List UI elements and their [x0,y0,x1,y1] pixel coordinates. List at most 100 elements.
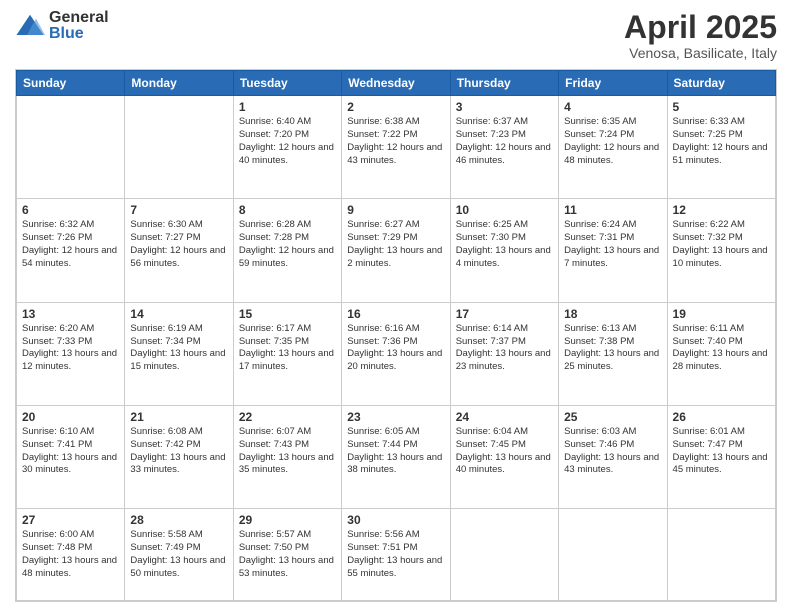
page: General Blue April 2025 Venosa, Basilica… [0,0,792,612]
day-number: 13 [22,307,119,321]
day-number: 15 [239,307,336,321]
table-row [667,509,775,601]
day-number: 24 [456,410,553,424]
table-row: 25 Sunrise: 6:03 AMSunset: 7:46 PMDayligh… [559,405,667,508]
table-row: 6Sunrise: 6:32 AMSunset: 7:26 PMDaylight… [17,199,125,302]
day-number: 20 [22,410,119,424]
day-info: Sunrise: 6:25 AMSunset: 7:30 PMDaylight:… [456,219,553,270]
logo-icon [15,11,45,41]
day-number: 8 [239,203,336,217]
day-number: 11 [564,203,661,217]
table-row: 9 Sunrise: 6:27 AMSunset: 7:29 PMDaylight… [342,199,450,302]
logo: General Blue [15,10,109,42]
day-info: Sunrise: 5:58 AMSunset: 7:49 PMDaylight:… [130,529,227,580]
table-row: 7Sunrise: 6:30 AMSunset: 7:27 PMDaylight… [125,199,233,302]
day-info: Sunrise: 6:13 AMSunset: 7:38 PMDaylight:… [564,323,661,374]
day-number: 28 [130,513,227,527]
table-row: 14 Sunrise: 6:19 AMSunset: 7:34 PMDayligh… [125,302,233,405]
day-number: 30 [347,513,444,527]
table-row: 23 Sunrise: 6:05 AMSunset: 7:44 PMDayligh… [342,405,450,508]
calendar: Sunday Monday Tuesday Wednesday Thursday… [15,69,777,602]
col-saturday: Saturday [667,71,775,96]
day-number: 2 [347,100,444,114]
day-info: Sunrise: 6:37 AMSunset: 7:23 PMDaylight:… [456,116,553,167]
day-info: Sunrise: 5:56 AMSunset: 7:51 PMDaylight:… [347,529,444,580]
col-thursday: Thursday [450,71,558,96]
day-info: Sunrise: 6:33 AMSunset: 7:25 PMDaylight:… [673,116,770,167]
day-number: 4 [564,100,661,114]
day-info: Sunrise: 6:40 AMSunset: 7:20 PMDaylight:… [239,116,336,167]
day-info: Sunrise: 6:08 AMSunset: 7:42 PMDaylight:… [130,426,227,477]
table-row: 10 Sunrise: 6:25 AMSunset: 7:30 PMDayligh… [450,199,558,302]
col-tuesday: Tuesday [233,71,341,96]
day-info: Sunrise: 6:07 AMSunset: 7:43 PMDaylight:… [239,426,336,477]
day-number: 3 [456,100,553,114]
day-info: Sunrise: 6:01 AMSunset: 7:47 PMDaylight:… [673,426,770,477]
table-row: 27 Sunrise: 6:00 AMSunset: 7:48 PMDayligh… [17,509,125,601]
day-number: 22 [239,410,336,424]
day-number: 25 [564,410,661,424]
table-row [450,509,558,601]
table-row: 8 Sunrise: 6:28 AMSunset: 7:28 PMDaylight… [233,199,341,302]
day-number: 21 [130,410,227,424]
day-number: 16 [347,307,444,321]
table-row: 15 Sunrise: 6:17 AMSunset: 7:35 PMDayligh… [233,302,341,405]
col-friday: Friday [559,71,667,96]
day-info: Sunrise: 6:28 AMSunset: 7:28 PMDaylight:… [239,219,336,270]
day-number: 1 [239,100,336,114]
table-row: 4 Sunrise: 6:35 AMSunset: 7:24 PMDaylight… [559,96,667,199]
day-number: 26 [673,410,770,424]
day-info: Sunrise: 6:20 AMSunset: 7:33 PMDaylight:… [22,323,119,374]
logo-text: General Blue [49,10,109,42]
day-info: Sunrise: 6:11 AMSunset: 7:40 PMDaylight:… [673,323,770,374]
logo-blue-text: Blue [49,26,109,42]
table-row: 26 Sunrise: 6:01 AMSunset: 7:47 PMDayligh… [667,405,775,508]
day-info: Sunrise: 6:14 AMSunset: 7:37 PMDaylight:… [456,323,553,374]
day-number: 27 [22,513,119,527]
day-info: Sunrise: 6:24 AMSunset: 7:31 PMDaylight:… [564,219,661,270]
month-title: April 2025 [624,10,777,45]
day-number: 17 [456,307,553,321]
day-info: Sunrise: 6:19 AMSunset: 7:34 PMDaylight:… [130,323,227,374]
day-info: Sunrise: 6:35 AMSunset: 7:24 PMDaylight:… [564,116,661,167]
table-row: 3 Sunrise: 6:37 AMSunset: 7:23 PMDaylight… [450,96,558,199]
col-wednesday: Wednesday [342,71,450,96]
table-row: 22 Sunrise: 6:07 AMSunset: 7:43 PMDayligh… [233,405,341,508]
table-row: 11 Sunrise: 6:24 AMSunset: 7:31 PMDayligh… [559,199,667,302]
day-number: 9 [347,203,444,217]
header: General Blue April 2025 Venosa, Basilica… [15,10,777,61]
col-sunday: Sunday [17,71,125,96]
table-row: 28 Sunrise: 5:58 AMSunset: 7:49 PMDayligh… [125,509,233,601]
day-number: 18 [564,307,661,321]
day-info: Sunrise: 6:38 AMSunset: 7:22 PMDaylight:… [347,116,444,167]
table-row [125,96,233,199]
day-info: Sunrise: 6:27 AMSunset: 7:29 PMDaylight:… [347,219,444,270]
table-row: 21 Sunrise: 6:08 AMSunset: 7:42 PMDayligh… [125,405,233,508]
table-row: 17 Sunrise: 6:14 AMSunset: 7:37 PMDayligh… [450,302,558,405]
day-info: Sunrise: 6:10 AMSunset: 7:41 PMDaylight:… [22,426,119,477]
day-number: 10 [456,203,553,217]
table-row: 16 Sunrise: 6:16 AMSunset: 7:36 PMDayligh… [342,302,450,405]
day-number: 5 [673,100,770,114]
day-info: Sunrise: 6:17 AMSunset: 7:35 PMDaylight:… [239,323,336,374]
table-row: 30 Sunrise: 5:56 AMSunset: 7:51 PMDayligh… [342,509,450,601]
day-info: Sunrise: 6:16 AMSunset: 7:36 PMDaylight:… [347,323,444,374]
day-info: Sunrise: 6:05 AMSunset: 7:44 PMDaylight:… [347,426,444,477]
table-row: 2 Sunrise: 6:38 AMSunset: 7:22 PMDaylight… [342,96,450,199]
table-row: 5 Sunrise: 6:33 AMSunset: 7:25 PMDaylight… [667,96,775,199]
table-row: 29Sunrise: 5:57 AMSunset: 7:50 PMDayligh… [233,509,341,601]
table-row: 20 Sunrise: 6:10 AMSunset: 7:41 PMDayligh… [17,405,125,508]
day-info: Sunrise: 5:57 AMSunset: 7:50 PMDaylight:… [239,529,336,580]
logo-general-text: General [49,10,109,26]
col-monday: Monday [125,71,233,96]
day-number: 6 [22,203,119,217]
day-info: Sunrise: 6:04 AMSunset: 7:45 PMDaylight:… [456,426,553,477]
day-info: Sunrise: 6:03 AMSunset: 7:46 PMDaylight:… [564,426,661,477]
day-number: 14 [130,307,227,321]
table-row [17,96,125,199]
day-info: Sunrise: 6:22 AMSunset: 7:32 PMDaylight:… [673,219,770,270]
day-number: 23 [347,410,444,424]
day-info: Sunrise: 6:30 AMSunset: 7:27 PMDaylight:… [130,219,227,270]
day-info: Sunrise: 6:00 AMSunset: 7:48 PMDaylight:… [22,529,119,580]
location: Venosa, Basilicate, Italy [624,45,777,61]
